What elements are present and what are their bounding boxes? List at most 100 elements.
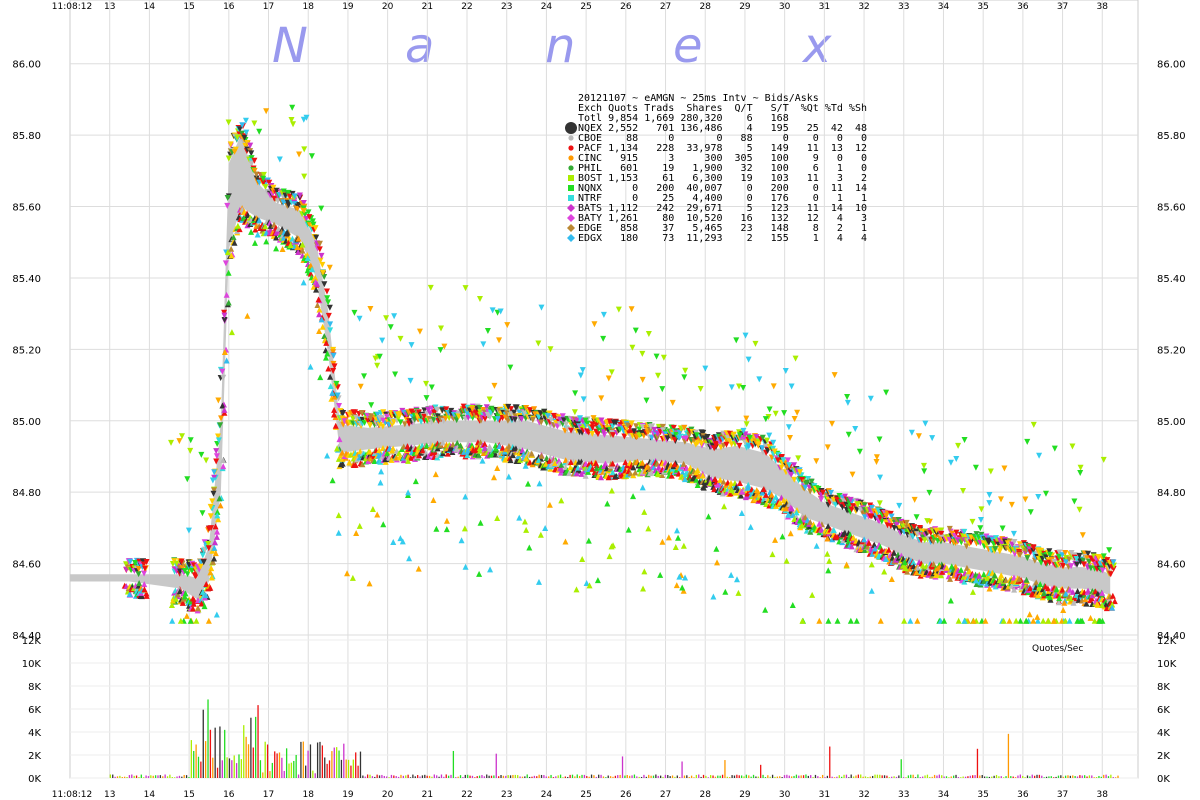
quotes-per-sec-bar [162,776,164,778]
quotes-per-sec-bar [121,777,123,778]
quotes-per-sec-bar [233,755,235,778]
x-tick-label-bottom: 28 [700,790,712,800]
quotes-per-sec-bar [995,774,998,778]
quotes-per-sec-bar [200,761,202,778]
watermark-letter: n [545,18,575,74]
quotes-per-sec-bar [607,775,609,778]
quotes-per-sec-bar [879,774,881,778]
quotes-per-sec-bar [1076,776,1079,778]
quotes-per-sec-bar [698,774,700,778]
quotes-per-sec-bar [126,776,128,778]
quotes-per-sec-bar [648,774,650,778]
quotes-per-sec-bar [783,775,786,778]
quotes-per-sec-bar [609,776,612,778]
quotes-per-sec-bar [202,709,204,778]
quotes-per-sec-bar [459,775,462,778]
quotes-per-sec-bar [531,776,533,778]
quotes-per-sec-bar [774,776,776,778]
quotes-per-sec-bar [693,777,695,778]
quotes-per-sec-bar [748,775,750,778]
quotes-per-sec-bar [295,754,297,778]
quotes-per-sec-bar [474,777,476,778]
quotes-per-sec-bar [457,776,459,778]
quotes-per-sec-bar [652,775,655,778]
quotes-per-sec-bar [1098,775,1100,778]
quotes-per-sec-bar [1057,775,1060,778]
quotes-per-sec-bar [181,776,183,778]
quotes-per-sec-bar [538,774,540,778]
quotes-per-sec-bar [519,776,521,778]
quotes-per-sec-bar [838,775,840,778]
quotes-per-sec-bar [1062,776,1064,778]
quotes-tick-label-left: 6K [28,705,41,716]
quotes-per-sec-bar [281,757,283,778]
quotes-per-sec-bar [350,765,352,778]
price-tick-label-right: 86.00 [1157,60,1186,71]
quotes-per-sec-bar [981,774,983,778]
quotes-per-sec-bar [326,763,328,778]
quotes-per-sec-bar [145,775,147,778]
quotes-per-sec-bar [154,775,157,778]
quotes-per-sec-bar [1086,776,1088,778]
quotes-per-sec-bar [1045,776,1048,778]
quotes-per-sec-bar [171,777,173,778]
quotes-per-sec-bar [576,774,578,778]
quotes-per-sec-bar [176,776,178,778]
quotes-per-sec-bar [216,767,219,778]
quotes-per-sec-bar [221,760,223,778]
quotes-per-sec-bar [483,776,486,778]
quotes-per-sec-bar [819,777,821,778]
quotes-per-sec-bar [407,774,409,778]
quotes-per-sec-bar [655,774,657,778]
quotes-per-sec-bar [235,763,238,778]
quotes-per-sec-bar [790,776,793,778]
quotes-per-sec-bar [757,776,759,778]
quotes-per-sec-bar [1107,776,1110,778]
quotes-per-sec-bar [845,774,848,778]
price-tick-label-left: 85.20 [12,345,41,356]
x-tick-label-bottom: 37 [1057,790,1068,800]
quotes-per-sec-bar [917,774,919,778]
quotes-per-sec-bar [157,775,159,778]
x-tick-label-bottom: 30 [779,790,791,800]
quotes-per-sec-bar [612,776,614,778]
quotes-per-sec-bar [185,775,188,778]
quotes-per-sec-bar [1024,777,1026,778]
quotes-per-sec-bar [352,759,354,778]
quotes-per-sec-bar [974,775,976,778]
quotes-per-sec-bar [705,775,707,778]
quotes-per-sec-bar [409,777,412,778]
quotes-per-sec-bar [1043,777,1045,778]
quotes-per-sec-bar [686,775,688,778]
quotes-per-sec-bar [762,774,764,778]
quotes-per-sec-bar [1005,776,1007,778]
quotes-per-sec-bar [226,757,228,778]
quotes-per-sec-bar [419,776,421,778]
x-tick-label-bottom: 15 [183,790,194,800]
x-tick-label-top: 23 [501,2,512,12]
quotes-per-sec-bar [779,776,781,778]
quotes-per-sec-bar [257,705,259,778]
watermark-letter: N [272,18,308,74]
quotes-per-sec-bar [1007,733,1010,778]
quotes-per-sec-bar [681,761,683,778]
quotes-per-sec-bar [514,774,516,778]
x-tick-label-top: 31 [819,2,830,12]
x-tick-label-top: 20 [382,2,394,12]
quotes-per-sec-bar [562,777,564,778]
x-tick-label-top: 38 [1097,2,1109,12]
quotes-per-sec-bar [936,775,938,778]
quotes-per-sec-bar [983,776,986,778]
quotes-per-sec-bar [307,750,309,778]
quotes-tick-label-left: 0K [28,774,41,785]
quotes-per-sec-bar [262,772,264,778]
x-tick-label-bottom: 34 [938,790,950,800]
quotes-per-sec-bar [950,776,952,778]
quotes-per-sec-bar [276,753,278,778]
quotes-tick-label-left: 4K [28,728,41,739]
price-tick-label-right: 85.60 [1157,203,1186,214]
quotes-per-sec-bar [1069,775,1072,778]
quotes-per-sec-bar [874,774,876,778]
quotes-per-sec-bar [1079,775,1081,778]
quotes-per-sec-bar [795,774,798,778]
